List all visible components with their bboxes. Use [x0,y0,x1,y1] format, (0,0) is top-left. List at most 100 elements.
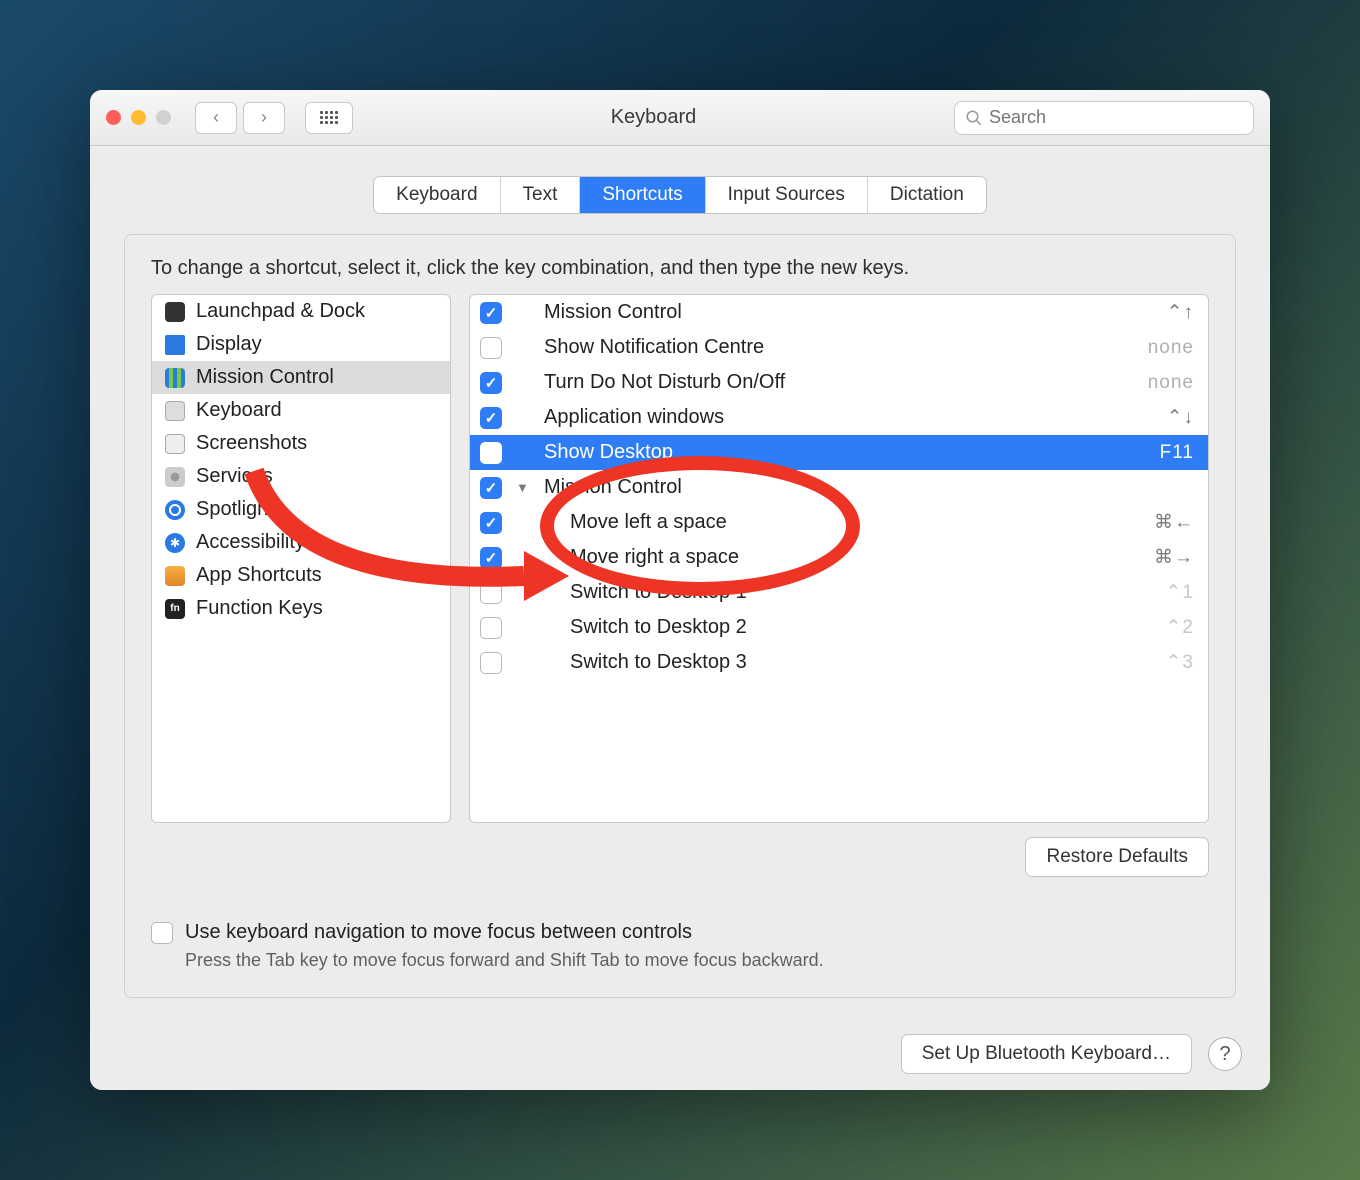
keyboard-preferences-window: ‹ › Keyboard Keyboard Text Shortcuts Inp… [90,90,1270,1090]
close-icon[interactable] [106,110,121,125]
content-area: Keyboard Text Shortcuts Input Sources Di… [90,146,1270,1018]
shortcut-key[interactable]: none [1148,372,1194,394]
sidebar-item-accessibility[interactable]: Accessibility [152,526,450,559]
shortcut-key[interactable]: ⌃↓ [1167,406,1194,429]
sidebar-item-function-keys[interactable]: fn Function Keys [152,592,450,625]
shortcut-checkbox[interactable] [480,547,502,569]
shortcut-row[interactable]: Switch to Desktop 3 ⌃3 [470,645,1208,680]
shortcuts-list[interactable]: Mission Control ⌃↑ Show Notification Centr… [469,294,1209,823]
shortcut-checkbox[interactable] [480,477,502,499]
tab-shortcuts[interactable]: Shortcuts [580,177,705,213]
shortcut-key[interactable]: ⌃3 [1166,651,1195,674]
tab-bar: Keyboard Text Shortcuts Input Sources Di… [373,176,987,214]
shortcut-checkbox[interactable] [480,372,502,394]
shortcut-checkbox[interactable] [480,652,502,674]
tab-dictation[interactable]: Dictation [868,177,986,213]
tab-keyboard[interactable]: Keyboard [374,177,500,213]
shortcut-row[interactable]: Switch to Desktop 2⌃2 [470,610,1208,645]
shortcut-checkbox[interactable] [480,512,502,534]
shortcut-checkbox[interactable] [480,617,502,639]
shortcut-label: Mission Control [544,301,1153,324]
ic-shot-icon [164,433,186,455]
sidebar-item-label: Launchpad & Dock [196,300,365,323]
shortcut-key[interactable]: ⌘→ [1154,546,1194,569]
ic-fn-icon: fn [164,598,186,620]
footer: Set Up Bluetooth Keyboard… ? [90,1018,1270,1090]
ic-kbd-icon [164,400,186,422]
shortcut-label: Turn Do Not Disturb On/Off [544,371,1134,394]
ic-app-icon [164,565,186,587]
shortcut-row[interactable]: Turn Do Not Disturb On/Off none [470,365,1208,400]
sidebar-item-launchpad-dock[interactable]: Launchpad & Dock [152,295,450,328]
window-controls [106,110,171,125]
zoom-icon [156,110,171,125]
back-button[interactable]: ‹ [195,102,237,134]
ic-acc-icon [164,532,186,554]
sidebar-item-label: Function Keys [196,597,323,620]
tab-text[interactable]: Text [501,177,581,213]
shortcut-key[interactable]: ⌘← [1154,511,1194,534]
shortcut-row[interactable]: Application windows ⌃↓ [470,400,1208,435]
tab-input-sources[interactable]: Input Sources [706,177,868,213]
forward-button: › [243,102,285,134]
disclosure-triangle-icon[interactable]: ▼ [516,480,530,495]
chevron-right-icon: › [261,107,267,128]
sidebar-item-label: Spotlight [196,498,274,521]
sidebar-item-label: Display [196,333,262,356]
shortcut-row[interactable]: Switch to Desktop 1⌃1 [470,575,1208,610]
instruction-text: To change a shortcut, select it, click t… [151,257,1209,280]
lists-container: Launchpad & Dock Display Mission Control Ke… [151,294,1209,823]
shortcut-label: Move left a space [570,511,1140,534]
shortcut-checkbox[interactable] [480,407,502,429]
sidebar-item-screenshots[interactable]: Screenshots [152,427,450,460]
search-field[interactable] [954,101,1254,135]
ic-display-icon [164,334,186,356]
shortcut-key[interactable]: ⌃↑ [1167,301,1194,324]
keyboard-navigation-checkbox[interactable] [151,922,173,944]
shortcut-key[interactable]: ⌃2 [1166,616,1195,639]
shortcut-checkbox[interactable] [480,302,502,324]
search-icon [965,109,983,127]
shortcut-row[interactable]: ▼Mission Control [470,470,1208,505]
sidebar-item-display[interactable]: Display [152,328,450,361]
shortcut-checkbox[interactable] [480,337,502,359]
shortcut-label: Show Notification Centre [544,336,1134,359]
sidebar-item-keyboard[interactable]: Keyboard [152,394,450,427]
restore-defaults-button[interactable]: Restore Defaults [1025,837,1209,877]
titlebar: ‹ › Keyboard [90,90,1270,146]
sidebar-item-spotlight[interactable]: Spotlight [152,493,450,526]
sidebar-item-services[interactable]: Services [152,460,450,493]
shortcut-row[interactable]: Show Notification Centre none [470,330,1208,365]
sidebar-item-label: Accessibility [196,531,305,554]
sidebar-item-label: Mission Control [196,366,334,389]
shortcut-key[interactable]: none [1148,337,1194,359]
ic-svc-icon [164,466,186,488]
shortcut-label: Switch to Desktop 3 [570,651,1152,674]
window-title: Keyboard [367,106,940,129]
shortcut-row[interactable]: Show DesktopF11 [470,435,1208,470]
ic-spot-icon [164,499,186,521]
setup-bluetooth-keyboard-button[interactable]: Set Up Bluetooth Keyboard… [901,1034,1192,1074]
category-sidebar[interactable]: Launchpad & Dock Display Mission Control Ke… [151,294,451,823]
search-input[interactable] [989,107,1243,128]
shortcut-checkbox[interactable] [480,442,502,464]
chevron-left-icon: ‹ [213,107,219,128]
shortcut-row[interactable]: Move left a space ⌘← [470,505,1208,540]
sidebar-item-label: Screenshots [196,432,307,455]
minimize-icon[interactable] [131,110,146,125]
ic-launchpad-icon [164,301,186,323]
ic-mc-icon [164,367,186,389]
shortcuts-panel: To change a shortcut, select it, click t… [124,234,1236,998]
shortcut-row[interactable]: Move right a space ⌘→ [470,540,1208,575]
keyboard-navigation-label: Use keyboard navigation to move focus be… [185,921,692,944]
show-all-button[interactable] [305,102,353,134]
shortcut-label: Move right a space [570,546,1140,569]
shortcut-key[interactable]: F11 [1160,442,1194,464]
help-button[interactable]: ? [1208,1037,1242,1071]
shortcut-key[interactable]: ⌃1 [1166,581,1195,604]
shortcut-row[interactable]: Mission Control ⌃↑ [470,295,1208,330]
shortcut-label: Application windows [544,406,1153,429]
sidebar-item-mission-control[interactable]: Mission Control [152,361,450,394]
shortcut-checkbox[interactable] [480,582,502,604]
sidebar-item-app-shortcuts[interactable]: App Shortcuts [152,559,450,592]
